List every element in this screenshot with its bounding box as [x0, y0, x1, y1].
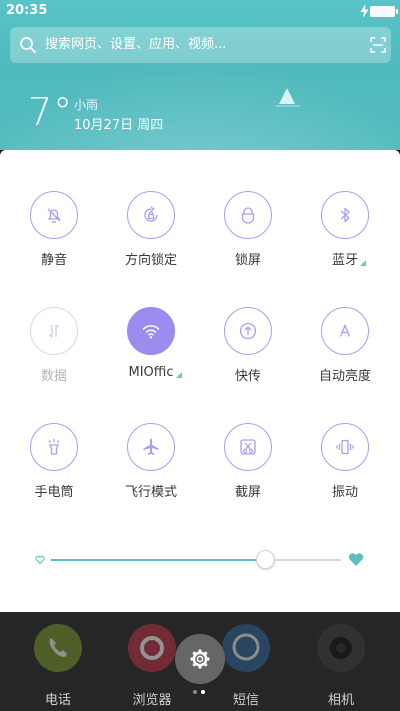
lock-icon: [241, 207, 255, 224]
browser-icon: [128, 624, 176, 672]
brightness-thumb[interactable]: [256, 550, 276, 569]
mobile-data-toggle-circle[interactable]: [30, 307, 78, 355]
toggle-auto-brightness[interactable]: 自动亮度: [297, 307, 393, 384]
vibrate-toggle-circle[interactable]: [321, 423, 369, 471]
bluetooth-label-text: 蓝牙: [331, 253, 358, 268]
charging-icon: [360, 4, 369, 18]
heart-filled-icon: [348, 553, 364, 566]
scan-icon[interactable]: [370, 37, 386, 53]
bell-off-icon: [47, 208, 61, 224]
camera-icon: [317, 624, 365, 672]
brightness-slider[interactable]: [30, 548, 370, 572]
search-icon: [20, 37, 36, 53]
flashlight-label: 手电筒: [34, 485, 74, 500]
screenshot-label: 截屏: [234, 485, 261, 500]
auto-brightness-toggle-circle[interactable]: [321, 307, 369, 355]
dock-app-messages[interactable]: 短信: [216, 624, 276, 708]
lock-screen-toggle-circle[interactable]: [224, 191, 272, 239]
dock-app-camera[interactable]: 相机: [311, 624, 371, 708]
toggle-airplane-mode[interactable]: 飞行模式: [103, 423, 199, 500]
auto-brightness-label: 自动亮度: [318, 369, 371, 384]
bluetooth-toggle-circle[interactable]: [321, 191, 369, 239]
sailboat-icon: [276, 88, 300, 107]
dock-app-browser[interactable]: 浏览器: [122, 624, 182, 708]
toggle-rotation-lock[interactable]: 方向锁定: [103, 191, 199, 268]
wifi-label: MIOffic: [128, 365, 182, 380]
toggle-mobile-data[interactable]: 数据: [6, 307, 102, 384]
wifi-icon: [142, 325, 160, 339]
notification-header: 20:35 7° 小雨 10月27日 周四: [0, 0, 400, 150]
mobile-data-icon: [49, 324, 59, 338]
brightness-fill: [51, 559, 266, 561]
gear-icon: [190, 649, 210, 669]
messages-icon: [222, 624, 270, 672]
expand-corner-icon: [175, 372, 182, 378]
quick-transfer-label: 快传: [234, 369, 261, 384]
dock-app-label: 相机: [327, 693, 354, 708]
heart-outline-icon: [35, 555, 45, 565]
dock-app-phone[interactable]: 电话: [28, 624, 88, 708]
search-bar[interactable]: [10, 27, 391, 63]
dock-app-label: 浏览器: [132, 693, 172, 708]
page-indicator: [193, 690, 209, 696]
weather-temperature[interactable]: 7°: [28, 90, 73, 134]
mute-toggle-circle[interactable]: [30, 191, 78, 239]
wifi-label-text: MIOffic: [128, 365, 174, 380]
auto-brightness-icon: [339, 323, 351, 337]
rotation-lock-icon: [144, 206, 158, 222]
vibrate-label: 振动: [331, 485, 358, 500]
screenshot-icon: [240, 439, 256, 455]
mute-label: 静音: [40, 253, 67, 268]
weather-date: 10月27日 周四: [74, 118, 164, 133]
flashlight-toggle-circle[interactable]: [30, 423, 78, 471]
toggle-vibrate[interactable]: 振动: [297, 423, 393, 500]
toggle-bluetooth[interactable]: 蓝牙: [297, 191, 393, 268]
airplane-icon: [143, 438, 159, 455]
share-transfer-icon: [239, 322, 257, 340]
screenshot-toggle-circle[interactable]: [224, 423, 272, 471]
weather-condition: 小雨: [74, 98, 99, 112]
mobile-data-label: 数据: [40, 369, 67, 384]
bluetooth-icon: [340, 207, 350, 223]
rotation-lock-toggle-circle[interactable]: [127, 191, 175, 239]
bluetooth-label: 蓝牙: [331, 249, 366, 268]
lock-screen-label: 锁屏: [234, 253, 261, 268]
status-bar: 20:35: [0, 0, 400, 22]
toggle-lock-screen[interactable]: 锁屏: [200, 191, 296, 268]
page-dot-active: [201, 690, 205, 694]
page-dot: [193, 690, 197, 694]
toggle-screenshot[interactable]: 截屏: [200, 423, 296, 500]
expand-corner-icon: [360, 260, 366, 266]
toggle-wifi[interactable]: MIOffic: [103, 307, 199, 380]
toggle-quick-transfer[interactable]: 快传: [200, 307, 296, 384]
phone-icon: [34, 624, 82, 672]
search-input[interactable]: [45, 27, 345, 63]
status-time: 20:35: [6, 3, 48, 18]
settings-button[interactable]: [175, 634, 225, 684]
flashlight-icon: [48, 439, 60, 455]
quick-settings-panel: 静音 方向锁定 锁屏 蓝牙 数据 MIOffic 快传 自动亮度 手电筒 飞行模…: [0, 150, 400, 612]
airplane-toggle-circle[interactable]: [127, 423, 175, 471]
wifi-toggle-circle[interactable]: [127, 307, 175, 355]
dock-app-label: 短信: [232, 693, 259, 708]
vibrate-icon: [336, 439, 354, 455]
home-dock: 电话 浏览器 短信 相机: [0, 612, 400, 711]
brightness-track[interactable]: [51, 559, 341, 561]
airplane-label: 飞行模式: [124, 485, 177, 500]
battery-icon: [370, 6, 398, 17]
rotation-lock-label: 方向锁定: [124, 253, 177, 268]
dock-app-label: 电话: [44, 693, 71, 708]
toggle-flashlight[interactable]: 手电筒: [6, 423, 102, 500]
toggle-mute[interactable]: 静音: [6, 191, 102, 268]
quick-transfer-toggle-circle[interactable]: [224, 307, 272, 355]
